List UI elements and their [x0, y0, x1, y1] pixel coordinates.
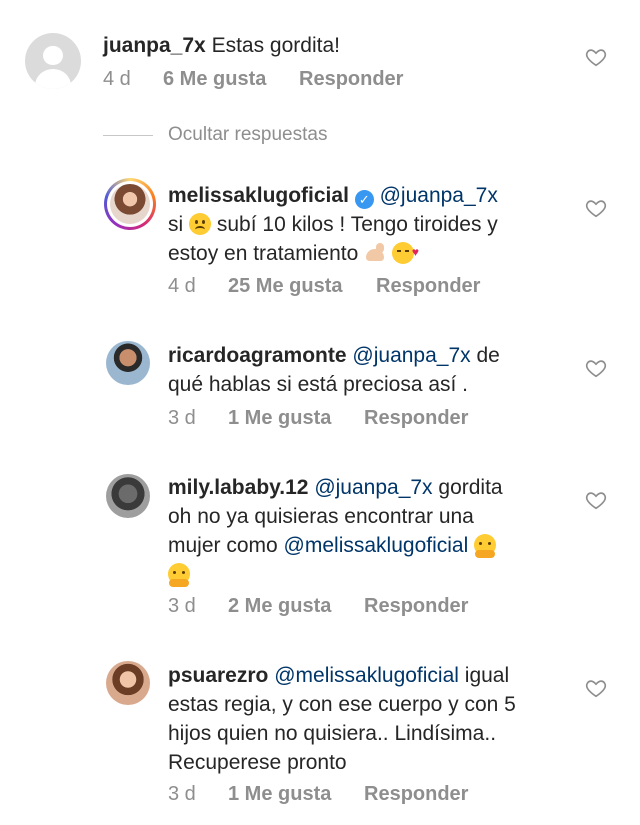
- username[interactable]: mily.lababy.12: [168, 476, 308, 499]
- mention-link[interactable]: @juanpa_7x: [380, 184, 498, 207]
- comment-body: oh no ya quisieras encontrar una: [168, 505, 474, 528]
- likes-count[interactable]: 25 Me gusta: [228, 275, 342, 298]
- likes-count[interactable]: 1 Me gusta: [228, 407, 331, 430]
- username[interactable]: juanpa_7x: [103, 34, 206, 57]
- hugging-face-emoji-icon: [474, 534, 497, 558]
- timestamp: 4 d: [168, 275, 196, 297]
- comment-body: igual: [464, 664, 510, 687]
- mention-link[interactable]: @juanpa_7x: [314, 476, 432, 499]
- avatar[interactable]: [106, 341, 150, 385]
- avatar[interactable]: [106, 474, 150, 518]
- comment-text: ricardoagramonte @juanpa_7x de qué habla…: [168, 341, 558, 399]
- heart-icon[interactable]: [585, 489, 607, 511]
- comment-body: si: [168, 213, 184, 236]
- comment-text: psuarezro @melissaklugoficial igual esta…: [168, 661, 558, 777]
- likes-count[interactable]: 6 Me gusta: [163, 68, 266, 91]
- heart-icon[interactable]: [585, 197, 607, 219]
- comment-body: mujer como: [168, 534, 278, 557]
- timestamp: 3 d: [168, 595, 196, 617]
- reply-button[interactable]: Responder: [364, 595, 468, 618]
- comment-body: estas regia, y con ese cuerpo y con 5: [168, 693, 516, 716]
- reply-button[interactable]: Responder: [299, 68, 403, 91]
- avatar[interactable]: [25, 33, 81, 89]
- timestamp: 3 d: [168, 407, 196, 429]
- heart-icon[interactable]: [585, 46, 607, 68]
- comment-body: hijos quien no quisiera.. Lindísima..: [168, 722, 497, 745]
- likes-count[interactable]: 2 Me gusta: [228, 595, 331, 618]
- flexed-biceps-emoji-icon: [364, 243, 386, 263]
- mention-link[interactable]: @melissaklugoficial: [284, 534, 469, 557]
- heart-icon[interactable]: [585, 357, 607, 379]
- reply-button[interactable]: Responder: [364, 783, 468, 806]
- timestamp: 3 d: [168, 783, 196, 805]
- comment-body: estoy en tratamiento: [168, 242, 359, 265]
- comment-text: juanpa_7x Estas gordita!: [103, 31, 543, 60]
- timestamp: 4 d: [103, 68, 131, 90]
- comment-body: Recuperese pronto: [168, 751, 347, 774]
- avatar[interactable]: [104, 178, 156, 230]
- likes-count[interactable]: 1 Me gusta: [228, 783, 331, 806]
- verified-badge-icon: ✓: [354, 190, 374, 209]
- username[interactable]: melissaklugoficial: [168, 184, 349, 207]
- heart-icon[interactable]: [585, 677, 607, 699]
- comment-body: subí 10 kilos ! Tengo tiroides y: [216, 213, 498, 236]
- reply-button[interactable]: Responder: [364, 407, 468, 430]
- comment-text: melissaklugoficial ✓ @juanpa_7x si subí …: [168, 181, 558, 268]
- face-blowing-kiss-emoji-icon: [391, 238, 419, 267]
- avatar[interactable]: [106, 661, 150, 705]
- frowning-face-emoji-icon: [189, 213, 212, 235]
- comment-body: gordita: [438, 476, 503, 499]
- divider: [103, 135, 153, 136]
- reply-button[interactable]: Responder: [376, 275, 480, 298]
- comment-body: Estas gordita!: [211, 34, 340, 57]
- username[interactable]: psuarezro: [168, 664, 268, 687]
- hugging-face-emoji-icon: [168, 563, 190, 587]
- mention-link[interactable]: @juanpa_7x: [352, 344, 470, 367]
- comment-body: qué hablas si está preciosa así .: [168, 373, 469, 396]
- username[interactable]: ricardoagramonte: [168, 344, 347, 367]
- hide-replies-button[interactable]: Ocultar respuestas: [168, 124, 327, 146]
- mention-link[interactable]: @melissaklugoficial: [274, 664, 459, 687]
- comment-body: de: [476, 344, 500, 367]
- comment-text: mily.lababy.12 @juanpa_7x gordita oh no …: [168, 473, 558, 589]
